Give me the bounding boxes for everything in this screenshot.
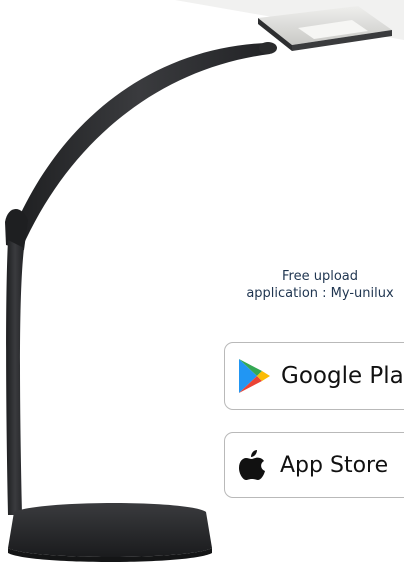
promo-line-2: application : My-unilux <box>246 286 394 301</box>
google-play-label: Google Play <box>281 363 404 389</box>
product-page: Free upload application : My-unilux Goog… <box>0 0 404 570</box>
google-play-icon <box>236 357 272 395</box>
app-store-button[interactable]: App Store <box>224 432 404 498</box>
promo-line-1: Free upload <box>282 269 358 284</box>
apple-icon <box>237 447 267 483</box>
app-store-label: App Store <box>280 452 389 478</box>
app-promo-text: Free upload application : My-unilux <box>200 268 404 302</box>
google-play-button[interactable]: Google Play <box>224 342 404 410</box>
